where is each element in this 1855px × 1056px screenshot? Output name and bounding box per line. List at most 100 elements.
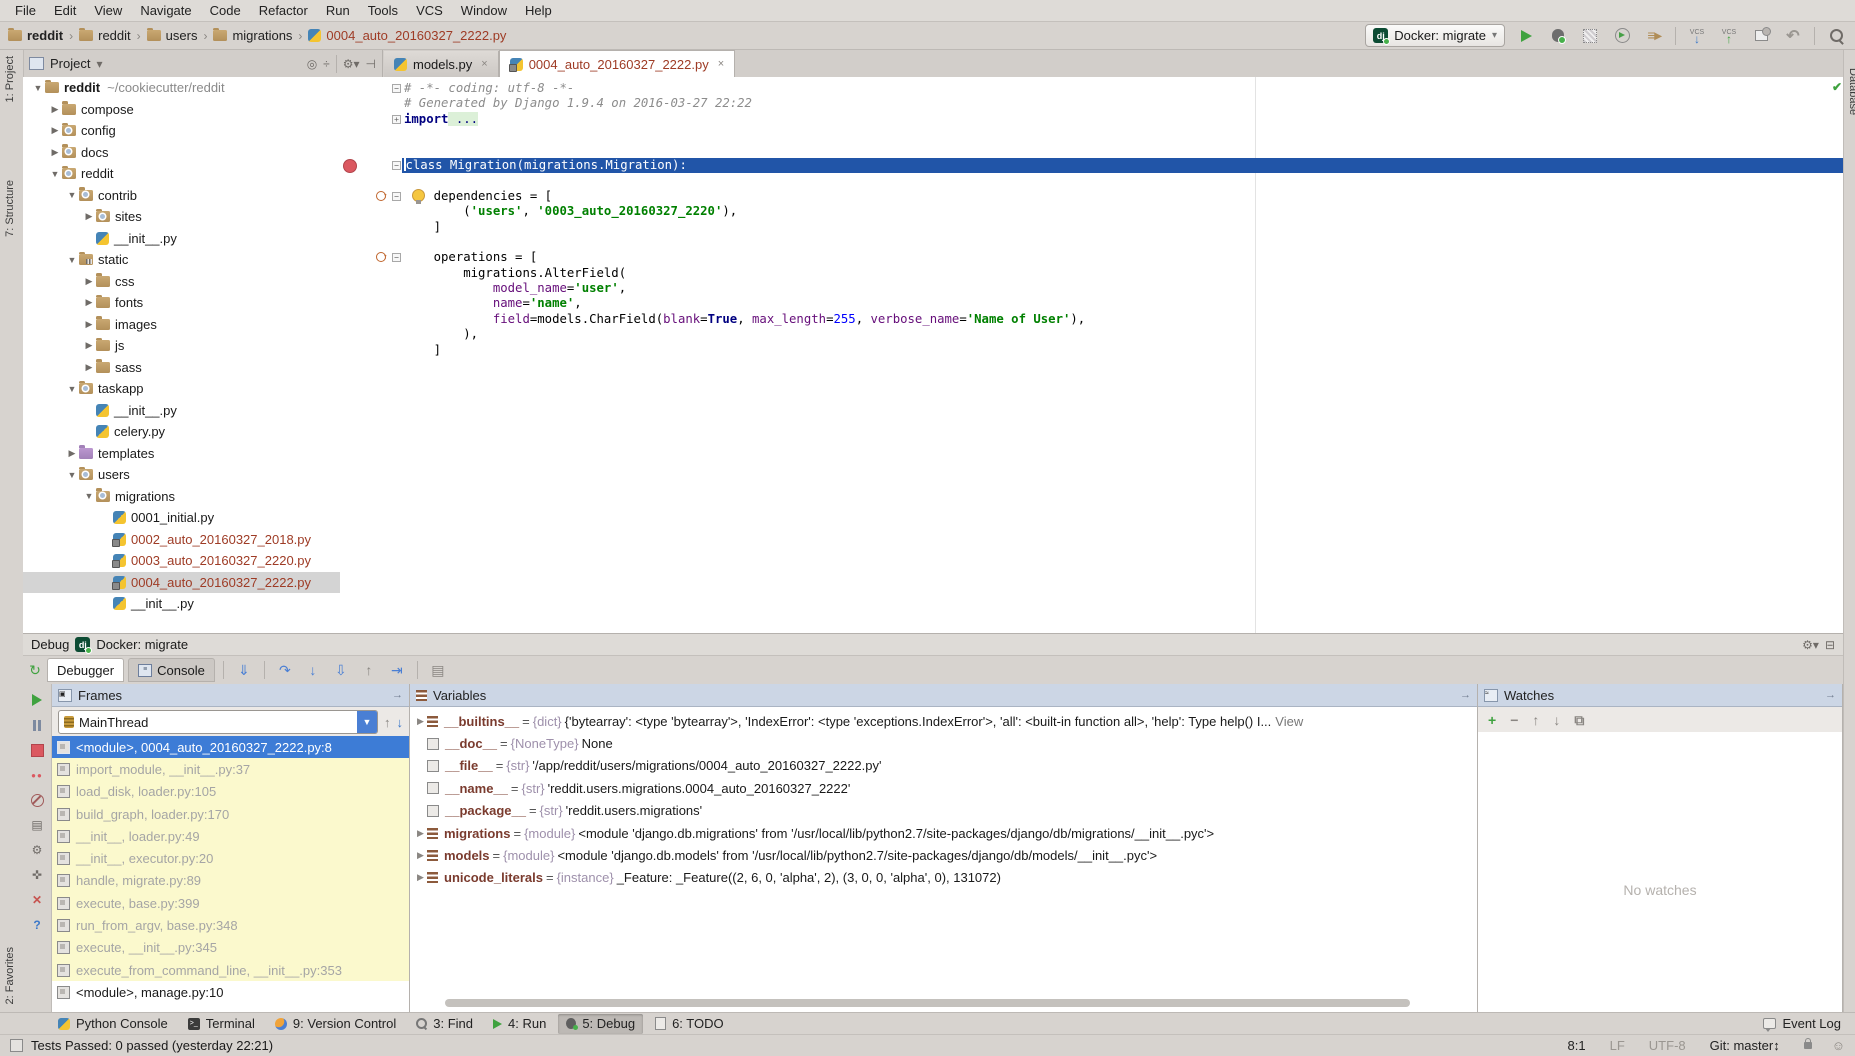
tool-stripe-project[interactable]: 1: Project [4,56,16,102]
thread-select[interactable]: MainThread ▼ [58,710,378,734]
tree-toggle-icon[interactable]: ▶ [82,276,96,287]
menu-file[interactable]: File [6,3,45,18]
tree-toggle-icon[interactable]: ▼ [65,255,79,265]
fold-toggle-icon[interactable]: − [392,192,401,201]
editor-gutter[interactable] [340,266,402,281]
close-icon[interactable]: × [481,58,487,70]
move-down-icon[interactable]: ↓ [1553,712,1560,728]
tree-item[interactable]: 0004_auto_20160327_2222.py [23,572,340,594]
locate-file-icon[interactable]: ◎ [307,57,317,71]
menu-navigate[interactable]: Navigate [131,3,200,18]
frame-row[interactable]: __init__, loader.py:49 [52,825,409,847]
changes-button[interactable] [1750,25,1772,47]
chevron-down-icon[interactable]: ▼ [357,711,377,733]
toolwindow-button-event-log[interactable]: Event Log [1755,1014,1849,1034]
settings-gear-icon[interactable]: ⚙▾ [343,57,360,71]
tree-item[interactable]: ▶images [23,314,340,336]
tree-item[interactable]: __init__.py [23,593,340,615]
code-line[interactable]: ('users', '0003_auto_20160327_2220'), [340,204,1843,219]
frame-row[interactable]: execute, base.py:399 [52,892,409,914]
breadcrumb-item[interactable]: users [147,28,198,43]
menu-help[interactable]: Help [516,3,561,18]
code-line[interactable] [340,235,1843,250]
move-up-icon[interactable]: ↑ [1532,712,1539,728]
tree-item[interactable]: 0003_auto_20160327_2220.py [23,550,340,572]
editor-gutter[interactable] [340,343,402,358]
breakpoint-icon[interactable] [343,159,357,173]
toolwindow-button-3-find[interactable]: 3: Find [408,1014,481,1034]
variable-row[interactable]: ▶__builtins__={dict}{'bytearray': <type … [410,710,1477,732]
code-area[interactable]: −# -*- coding: utf-8 -*-# Generated by D… [340,77,1843,358]
code-line[interactable]: name='name', [340,296,1843,311]
run-to-cursor-icon[interactable]: ⇥ [385,662,409,679]
tool-stripe-structure[interactable]: 7: Structure [4,180,16,237]
editor-tab[interactable]: 0004_auto_20160327_2222.py× [499,50,735,77]
tree-toggle-icon[interactable]: ▶ [82,319,96,330]
view-breakpoints-icon[interactable]: ●● [29,767,45,783]
restore-layout-icon[interactable]: ▤ [426,662,450,679]
tool-window-switcher-icon[interactable] [10,1039,23,1052]
tree-toggle-icon[interactable]: ▼ [65,470,79,480]
debug-tab-console[interactable]: ≡Console [128,658,215,682]
toolwindow-button-6-todo[interactable]: 6: TODO [647,1014,732,1034]
fold-toggle-icon[interactable]: − [392,161,401,170]
variable-row[interactable]: __doc__={NoneType}None [410,732,1477,754]
menu-window[interactable]: Window [452,3,516,18]
code-line[interactable]: model_name='user', [340,281,1843,296]
tree-item[interactable]: ▶compose [23,99,340,121]
variable-row[interactable]: __name__={str}'reddit.users.migrations.0… [410,777,1477,799]
tree-toggle-icon[interactable]: ▶ [82,340,96,351]
tree-toggle-icon[interactable]: ▶ [48,125,62,136]
stop-icon[interactable] [29,742,45,758]
frame-row[interactable]: load_disk, loader.py:105 [52,781,409,803]
tree-item[interactable]: ▼contrib [23,185,340,207]
editor-gutter[interactable] [340,127,402,142]
editor-gutter[interactable]: − [340,189,402,204]
fold-toggle-icon[interactable]: − [392,84,401,93]
frame-row[interactable]: <module>, 0004_auto_20160327_2222.py:8 [52,736,409,758]
tree-toggle-icon[interactable]: ▼ [31,83,45,93]
frame-row[interactable]: execute_from_command_line, __init__.py:3… [52,959,409,981]
frame-row[interactable]: handle, migrate.py:89 [52,870,409,892]
profiler-button[interactable] [1611,25,1633,47]
hide-window-icon[interactable]: ⊟ [1825,638,1835,652]
toolwindow-button-4-run[interactable]: 4: Run [485,1014,554,1034]
help-icon[interactable]: ? [29,917,45,933]
tree-item[interactable]: ▶docs [23,142,340,164]
toolwindow-button-9-version-control[interactable]: 9: Version Control [267,1014,404,1034]
settings-gear-icon[interactable]: ⚙ [29,842,45,858]
editor-gutter[interactable] [340,204,402,219]
pin-icon[interactable]: → [1460,689,1471,701]
horizontal-scrollbar[interactable] [445,999,1410,1007]
code-line[interactable]: # Generated by Django 1.9.4 on 2016-03-2… [340,96,1843,111]
pin-icon[interactable]: → [1825,689,1836,701]
tree-toggle-icon[interactable]: ▼ [65,190,79,200]
tree-item[interactable]: ▶js [23,335,340,357]
pin-icon[interactable]: → [392,689,403,701]
debug-tab-debugger[interactable]: Debugger [47,658,124,682]
code-line[interactable]: ] [340,343,1843,358]
hide-panel-icon[interactable]: ⊣ [366,57,376,71]
tree-item[interactable]: ▶templates [23,443,340,465]
expand-icon[interactable]: ▶ [414,872,427,883]
code-line[interactable]: migrations.AlterField( [340,266,1843,281]
tree-item[interactable]: 0001_initial.py [23,507,340,529]
rerun-icon[interactable]: ↻ [27,662,43,678]
frame-row[interactable]: execute, __init__.py:345 [52,937,409,959]
layout-icon[interactable]: ▤ [29,817,45,833]
frame-row[interactable]: run_from_argv, base.py:348 [52,914,409,936]
variable-row[interactable]: ▶unicode_literals={instance}_Feature: _F… [410,867,1477,889]
code-line[interactable] [340,143,1843,158]
step-over-icon[interactable]: ↷ [273,662,297,679]
menu-run[interactable]: Run [317,3,359,18]
code-line[interactable]: −class Migration(migrations.Migration): [340,158,1843,173]
rollback-button[interactable]: ↶ [1782,25,1804,47]
vcs-commit-button[interactable]: VCS↑ [1718,25,1740,47]
settings-gear-icon[interactable]: ⚙▾ [1802,638,1819,652]
menu-view[interactable]: View [85,3,131,18]
editor[interactable]: −# -*- coding: utf-8 -*-# Generated by D… [340,77,1843,633]
editor-gutter[interactable]: − [340,81,402,96]
tree-item[interactable]: ▼static [23,249,340,271]
editor-gutter[interactable] [340,220,402,235]
frame-row[interactable]: __init__, executor.py:20 [52,847,409,869]
